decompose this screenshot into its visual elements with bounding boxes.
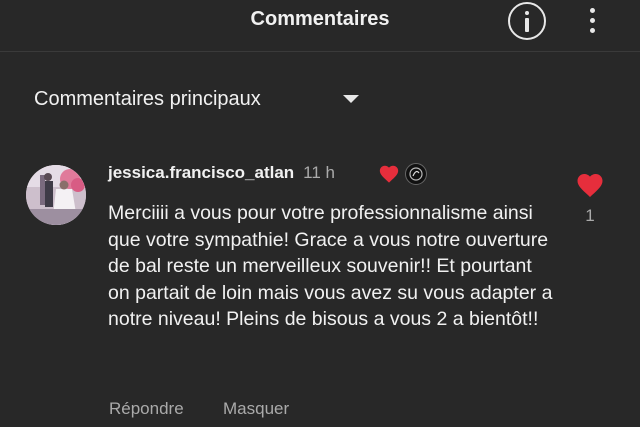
heart-icon [379, 165, 399, 183]
more-vert-icon[interactable] [580, 6, 604, 36]
avatar[interactable] [26, 165, 86, 225]
creator-avatar-icon [405, 163, 427, 185]
more-dot-3 [590, 28, 595, 33]
info-icon[interactable] [508, 2, 546, 40]
more-dot-1 [590, 8, 595, 13]
comment-author[interactable]: jessica.francisco_atlan [108, 163, 294, 182]
like-heart-icon[interactable] [575, 170, 605, 198]
info-icon-bar [524, 18, 529, 32]
sort-dropdown[interactable]: Commentaires principaux [34, 88, 261, 111]
comment-time: 11 h [303, 163, 335, 182]
like-count: 1 [585, 206, 595, 225]
info-icon-dot [524, 11, 529, 15]
comment-text: Merciiii a vous pour votre professionnal… [108, 202, 553, 330]
hide-button[interactable]: Masquer [223, 399, 289, 419]
header-bar: Commentaires [0, 0, 640, 52]
dropdown-caret-icon[interactable] [343, 95, 359, 103]
reply-button[interactable]: Répondre [109, 399, 184, 419]
comment-meta: jessica.francisco_atlan 11 h [108, 163, 427, 185]
avatar-image [26, 165, 86, 225]
more-dot-2 [590, 18, 595, 23]
